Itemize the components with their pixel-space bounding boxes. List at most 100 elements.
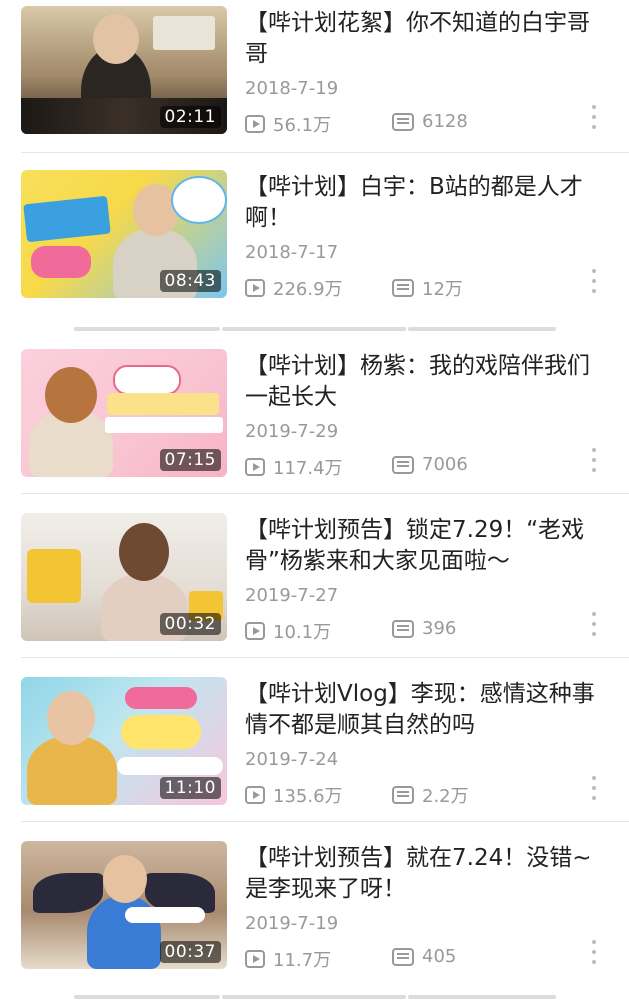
thumbnail-sign — [125, 687, 197, 709]
danmaku-count-value: 396 — [422, 618, 457, 639]
view-count: 226.9万 — [245, 275, 343, 301]
danmaku-icon — [392, 455, 414, 474]
thumbnail-sign — [153, 16, 215, 50]
danmaku-count-value: 7006 — [422, 454, 468, 475]
view-count-value: 117.4万 — [273, 458, 343, 479]
danmaku-count-value: 405 — [422, 946, 457, 967]
view-count: 117.4万 — [245, 454, 343, 480]
video-item[interactable]: 00:32 【哔计划预告】锁定7.29！“老戏骨”杨紫来和大家见面啦～ 2019… — [0, 513, 629, 663]
video-item[interactable]: 08:43 【哔计划】白宇：B站的都是人才啊！ 2018-7-17 226.9万… — [0, 170, 629, 320]
play-count-icon — [245, 115, 265, 133]
more-options-icon[interactable] — [590, 612, 598, 636]
video-item[interactable]: 07:15 【哔计划】杨紫：我的戏陪伴我们一起长大 2019-7-29 117.… — [0, 349, 629, 499]
section-separator — [408, 327, 556, 331]
view-count-value: 10.1万 — [273, 622, 332, 643]
danmaku-icon — [392, 619, 414, 638]
danmaku-count: 6128 — [392, 111, 468, 132]
view-count-value: 135.6万 — [273, 786, 343, 807]
thumbnail-sign — [107, 393, 219, 415]
thumbnail-sign — [125, 907, 205, 923]
thumbnail-figure-head — [93, 14, 139, 64]
more-options-icon[interactable] — [590, 776, 598, 800]
section-separator — [222, 995, 406, 999]
video-thumbnail[interactable]: 08:43 — [21, 170, 227, 298]
thumbnail-sign — [121, 715, 201, 749]
section-separator — [74, 327, 220, 331]
video-date: 2019-7-29 — [245, 421, 339, 442]
thumbnail-logo — [31, 246, 91, 278]
thumbnail-figure-head — [45, 367, 97, 423]
video-date: 2018-7-17 — [245, 242, 339, 263]
thumbnail-sign — [105, 417, 223, 433]
view-count: 10.1万 — [245, 618, 331, 644]
danmaku-count-value: 2.2万 — [422, 786, 469, 807]
play-count-icon — [245, 950, 265, 968]
video-thumbnail[interactable]: 00:37 — [21, 841, 227, 969]
danmaku-count: 396 — [392, 618, 456, 639]
video-title[interactable]: 【哔计划】杨紫：我的戏陪伴我们一起长大 — [245, 351, 605, 413]
video-thumbnail[interactable]: 07:15 — [21, 349, 227, 477]
section-separator — [408, 995, 556, 999]
video-duration: 08:43 — [159, 270, 221, 292]
view-count: 11.7万 — [245, 946, 331, 972]
video-duration: 00:32 — [159, 613, 221, 635]
danmaku-count: 7006 — [392, 454, 468, 475]
thumbnail-figure — [27, 735, 117, 805]
video-title[interactable]: 【哔计划】白宇：B站的都是人才啊！ — [245, 172, 605, 234]
thumbnail-sign — [117, 757, 223, 775]
video-thumbnail[interactable]: 11:10 — [21, 677, 227, 805]
view-count-value: 226.9万 — [273, 279, 343, 300]
divider — [21, 657, 629, 658]
more-options-icon[interactable] — [590, 940, 598, 964]
danmaku-icon — [392, 279, 414, 297]
view-count-value: 11.7万 — [273, 950, 332, 971]
danmaku-icon — [392, 112, 414, 131]
play-count-icon — [245, 458, 265, 476]
video-duration: 02:11 — [159, 106, 221, 128]
view-count-value: 56.1万 — [273, 115, 332, 136]
danmaku-count: 2.2万 — [392, 782, 469, 808]
danmaku-count-value: 6128 — [422, 111, 468, 132]
danmaku-count: 12万 — [392, 275, 463, 301]
video-date: 2018-7-19 — [245, 78, 339, 99]
danmaku-count: 405 — [392, 946, 456, 967]
video-title[interactable]: 【哔计划Vlog】李现：感情这种事情不都是顺其自然的吗 — [245, 679, 605, 741]
video-title[interactable]: 【哔计划预告】就在7.24！没错~是李现来了呀！ — [245, 843, 605, 905]
video-item[interactable]: 02:11 【哔计划花絮】你不知道的白宇哥哥 2018-7-19 56.1万 6… — [0, 6, 629, 156]
video-date: 2019-7-19 — [245, 913, 339, 934]
view-count: 56.1万 — [245, 111, 331, 137]
divider — [21, 493, 629, 494]
thumbnail-wings — [33, 873, 103, 913]
video-date: 2019-7-24 — [245, 749, 339, 770]
more-options-icon[interactable] — [590, 105, 598, 129]
video-item[interactable]: 00:37 【哔计划预告】就在7.24！没错~是李现来了呀！ 2019-7-19… — [0, 841, 629, 991]
play-count-icon — [245, 279, 265, 297]
divider — [21, 821, 629, 822]
thumbnail-figure-head — [119, 523, 169, 581]
video-thumbnail[interactable]: 00:32 — [21, 513, 227, 641]
video-title[interactable]: 【哔计划花絮】你不知道的白宇哥哥 — [245, 8, 605, 70]
thumbnail-figure-head — [103, 855, 147, 903]
thumbnail-sign — [113, 365, 181, 395]
video-duration: 11:10 — [159, 777, 221, 799]
divider — [21, 152, 629, 153]
play-count-icon — [245, 786, 265, 804]
video-thumbnail[interactable]: 02:11 — [21, 6, 227, 134]
thumbnail-sign — [27, 549, 81, 603]
more-options-icon[interactable] — [590, 269, 598, 293]
view-count: 135.6万 — [245, 782, 343, 808]
thumbnail-figure-head — [47, 691, 95, 745]
video-duration: 07:15 — [159, 449, 221, 471]
danmaku-count-value: 12万 — [422, 279, 463, 300]
danmaku-icon — [392, 947, 414, 966]
section-separator — [74, 995, 220, 999]
thumbnail-bubble — [171, 176, 227, 224]
video-date: 2019-7-27 — [245, 585, 339, 606]
danmaku-icon — [392, 786, 414, 804]
video-duration: 00:37 — [159, 941, 221, 963]
section-separator — [222, 327, 406, 331]
video-item[interactable]: 11:10 【哔计划Vlog】李现：感情这种事情不都是顺其自然的吗 2019-7… — [0, 677, 629, 827]
more-options-icon[interactable] — [590, 448, 598, 472]
play-count-icon — [245, 622, 265, 640]
video-title[interactable]: 【哔计划预告】锁定7.29！“老戏骨”杨紫来和大家见面啦～ — [245, 515, 605, 577]
